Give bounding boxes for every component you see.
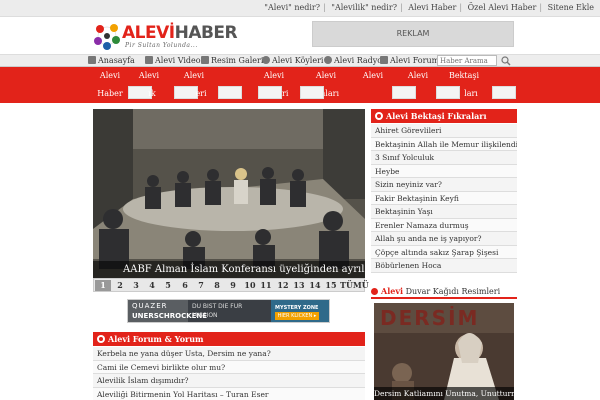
nav-alevi-radyo[interactable]: Alevi Radyo xyxy=(324,56,382,65)
menu-thumbnail xyxy=(492,86,516,99)
pager-page-3[interactable]: 3 xyxy=(128,280,144,291)
top-links-bar: "Alevi" nedir? | "Alevilik" nedir? | Alevi… xyxy=(0,0,600,17)
forum-section-header: Alevi Forum & Yorum xyxy=(93,332,365,346)
banner-badge: MYSTERY ZONE xyxy=(275,305,319,311)
pager-page-15[interactable]: 15 xyxy=(323,280,339,291)
section-bullet-icon xyxy=(375,112,383,120)
banner-cta[interactable]: HIER KLICKEN ▸ xyxy=(275,312,319,320)
menu-item-alevi-6[interactable]: Alevi xyxy=(356,67,390,103)
main-menu: Alevi Haber Alevi ık Alevi eri Alevi Köy… xyxy=(0,67,600,103)
pager-page-8[interactable]: 8 xyxy=(209,280,225,291)
search-input[interactable] xyxy=(437,55,497,66)
section-bullet-icon xyxy=(97,335,105,343)
fikralar-section-header: Alevi Bektaşi Fıkraları xyxy=(371,109,517,123)
logo-tagline: Pir Sultan Yolunda... xyxy=(125,42,198,49)
top-link-alevi-nedir[interactable]: "Alevi" nedir? xyxy=(264,3,320,12)
slider-image xyxy=(93,109,365,279)
top-link-alevi-haber[interactable]: Alevi Haber xyxy=(408,3,456,12)
radio-icon xyxy=(324,56,332,64)
logo-text: ALEVİHABER xyxy=(122,23,238,43)
forum-item[interactable]: Alevilik İslam dışımıdır? xyxy=(93,374,365,388)
banner-sub1: DU BIST DIE FUR xyxy=(192,303,243,310)
pager-page-13[interactable]: 13 xyxy=(291,280,307,291)
pager-page-9[interactable]: 9 xyxy=(225,280,241,291)
menu-item-bektasi[interactable]: Bektaşi ları xyxy=(440,67,488,103)
top-link-sitene-ekle[interactable]: Sitene Ekle xyxy=(548,3,594,12)
pager-page-4[interactable]: 4 xyxy=(144,280,160,291)
site-logo[interactable]: ALEVİHABER Pir Sultan Yolunda... xyxy=(92,21,238,53)
fikra-item[interactable]: Böbürlenen Hoca xyxy=(371,259,517,273)
globe-icon xyxy=(262,56,270,64)
home-icon xyxy=(88,56,96,64)
pager-page-5[interactable]: 5 xyxy=(160,280,176,291)
forum-icon xyxy=(380,56,388,64)
pager-page-2[interactable]: 2 xyxy=(112,280,128,291)
menu-item-alevi-3[interactable]: Alevi eri xyxy=(176,67,212,103)
nav-alevi-koyleri[interactable]: Alevi Köyleri xyxy=(262,56,323,65)
top-links: "Alevi" nedir? | "Alevilik" nedir? | Alevi… xyxy=(264,3,594,12)
nav-anasayfa[interactable]: Anasayfa xyxy=(88,56,135,65)
pager-page-10[interactable]: 10 xyxy=(242,280,258,291)
slider-pager: 1 2 3 4 5 6 7 8 9 10 11 12 13 14 15 TÜMÜ xyxy=(93,278,369,292)
menu-thumbnail xyxy=(218,86,242,99)
site-header: ALEVİHABER Pir Sultan Yolunda... REKLAM xyxy=(0,17,600,54)
wallpaper-section-header: Alevi Duvar Kağıdı Resimleri xyxy=(371,285,517,299)
nav-alevi-forum[interactable]: Alevi Forum xyxy=(380,56,439,65)
video-icon xyxy=(145,56,153,64)
camera-icon xyxy=(201,56,209,64)
logo-icon xyxy=(94,24,120,50)
slider-caption-bar: AABF Alman İslam Konferansı üyeliğinden … xyxy=(93,261,365,279)
banner-brand: QUAZER xyxy=(132,302,168,310)
headline-slider[interactable]: AABF Alman İslam Konferansı üyeliğinden … xyxy=(93,109,365,279)
menu-item-alevi-7[interactable]: Alevi xyxy=(400,67,436,103)
wallpaper-image[interactable]: DERSİM Dersim Katliamını Unutma, Unuttur… xyxy=(374,303,514,400)
fikra-item[interactable]: Bektaşinin Yaşı xyxy=(371,205,517,219)
header-ad[interactable]: REKLAM xyxy=(312,21,514,47)
wallpaper-title: DERSİM xyxy=(380,306,480,330)
banner-sub2: MISSION xyxy=(192,312,218,319)
fikra-item[interactable]: 3 Sınıf Yolculuk xyxy=(371,151,517,165)
search-icon[interactable] xyxy=(500,56,512,66)
nav-alevi-video[interactable]: Alevi Video xyxy=(145,56,201,65)
menu-item-alevi-haber[interactable]: Alevi Haber xyxy=(88,67,132,103)
fikra-item[interactable]: Fakir Bektaşinin Keyfi xyxy=(371,191,517,205)
fikra-item[interactable]: Heybe xyxy=(371,164,517,178)
fikralar-list: Ahiret Görevlileri Bektaşinin Allah ile … xyxy=(371,124,517,273)
fikra-item[interactable]: Ahiret Görevlileri xyxy=(371,124,517,138)
fikra-item[interactable]: Erenler Namaza durmuş xyxy=(371,218,517,232)
wallpaper-caption: Dersim Katliamını Unutma, Unutturma! xyxy=(374,387,514,400)
pager-all-button[interactable]: TÜMÜ xyxy=(340,280,369,290)
secondary-nav: Anasayfa Alevi Video Resim Galeri Alevi … xyxy=(0,54,600,67)
pager-page-7[interactable]: 7 xyxy=(193,280,209,291)
nav-resim-galeri[interactable]: Resim Galeri xyxy=(201,56,263,65)
fikra-item[interactable]: Allah şu anda ne iş yapıyor? xyxy=(371,232,517,246)
pager-page-11[interactable]: 11 xyxy=(258,280,274,291)
slider-caption[interactable]: AABF Alman İslam Konferansı üyeliğinden … xyxy=(123,264,365,275)
menu-thumbnail xyxy=(258,86,282,99)
fikra-item[interactable]: Sizin neyiniz var? xyxy=(371,178,517,192)
menu-item-alevi-2[interactable]: Alevi ık xyxy=(134,67,164,103)
forum-item[interactable]: Aleviliği Bitirmenin Yol Haritası – Tura… xyxy=(93,387,365,400)
forum-list: Kerbela ne yana düşer Usta, Dersim ne ya… xyxy=(93,347,365,400)
menu-thumbnail xyxy=(300,86,324,99)
top-link-ozel-alevi-haber[interactable]: Özel Alevi Haber xyxy=(468,3,537,12)
pager-page-14[interactable]: 14 xyxy=(307,280,323,291)
fikra-item[interactable]: Bektaşinin Allah ile Memur ilişkilendirm… xyxy=(371,137,517,151)
banner-ad[interactable]: QUAZER UNERSCHROCKENE DU BIST DIE FUR MI… xyxy=(127,299,330,323)
pager-page-1[interactable]: 1 xyxy=(95,280,111,291)
forum-item[interactable]: Kerbela ne yana düşer Usta, Dersim ne ya… xyxy=(93,347,365,361)
forum-item[interactable]: Cami ile Cemevi birlikte olur mu? xyxy=(93,360,365,374)
pager-page-12[interactable]: 12 xyxy=(275,280,291,291)
fikra-item[interactable]: Çöpçe altında sakız Şarap Şişesi xyxy=(371,245,517,259)
pager-page-6[interactable]: 6 xyxy=(177,280,193,291)
section-bullet-icon xyxy=(371,288,378,295)
top-link-alevilik-nedir[interactable]: "Alevilik" nedir? xyxy=(331,3,397,12)
